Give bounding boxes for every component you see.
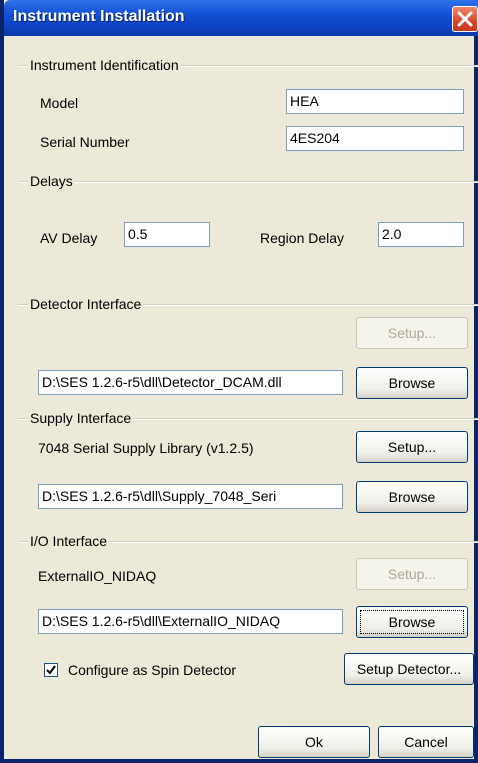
- spin-detector-label[interactable]: Configure as Spin Detector: [68, 661, 236, 679]
- dialog-body: Instrument Identification Model HEA Seri…: [4, 36, 478, 759]
- supply-library-label: 7048 Serial Supply Library (v1.2.5): [38, 440, 254, 456]
- region-delay-field[interactable]: 2.0: [378, 222, 464, 247]
- supply-path-field[interactable]: D:\SES 1.2.6-r5\dll\Supply_7048_Seri: [38, 484, 343, 509]
- serial-number-label: Serial Number: [40, 134, 130, 150]
- io-browse-button[interactable]: Browse: [356, 606, 468, 638]
- serial-number-field[interactable]: 4ES204: [286, 126, 464, 151]
- io-setup-button[interactable]: Setup...: [356, 558, 468, 590]
- close-icon: [457, 11, 473, 27]
- close-button[interactable]: [452, 6, 478, 32]
- identification-legend: Instrument Identification: [28, 56, 181, 74]
- detector-browse-button[interactable]: Browse: [356, 367, 468, 399]
- detector-setup-button[interactable]: Setup...: [356, 317, 468, 349]
- detector-interface-legend: Detector Interface: [28, 295, 144, 313]
- instrument-installation-dialog: Instrument Installation Instrument Ident…: [0, 0, 478, 763]
- io-path-field[interactable]: D:\SES 1.2.6-r5\dll\ExternalIO_NIDAQ: [38, 609, 343, 634]
- model-field[interactable]: HEA: [286, 89, 464, 114]
- io-library-label: ExternalIO_NIDAQ: [38, 568, 157, 584]
- checkmark-icon: [46, 665, 56, 675]
- io-interface-legend: I/O Interface: [28, 532, 110, 550]
- window-title: Instrument Installation: [13, 8, 185, 25]
- delays-legend: Delays: [28, 172, 75, 190]
- title-bar[interactable]: Instrument Installation: [4, 0, 478, 36]
- region-delay-label: Region Delay: [260, 230, 345, 246]
- av-delay-label: AV Delay: [40, 230, 98, 246]
- supply-interface-legend: Supply Interface: [28, 409, 134, 427]
- io-browse-label: Browse: [360, 610, 464, 634]
- supply-setup-button[interactable]: Setup...: [356, 431, 468, 463]
- ok-button[interactable]: Ok: [258, 726, 370, 758]
- av-delay-field[interactable]: 0.5: [124, 222, 210, 247]
- spin-detector-checkbox[interactable]: [44, 663, 58, 677]
- setup-detector-button[interactable]: Setup Detector...: [344, 653, 474, 685]
- detector-path-field[interactable]: D:\SES 1.2.6-r5\dll\Detector_DCAM.dll: [38, 370, 343, 395]
- cancel-button[interactable]: Cancel: [378, 726, 474, 758]
- supply-browse-button[interactable]: Browse: [356, 481, 468, 513]
- model-label: Model: [40, 95, 79, 111]
